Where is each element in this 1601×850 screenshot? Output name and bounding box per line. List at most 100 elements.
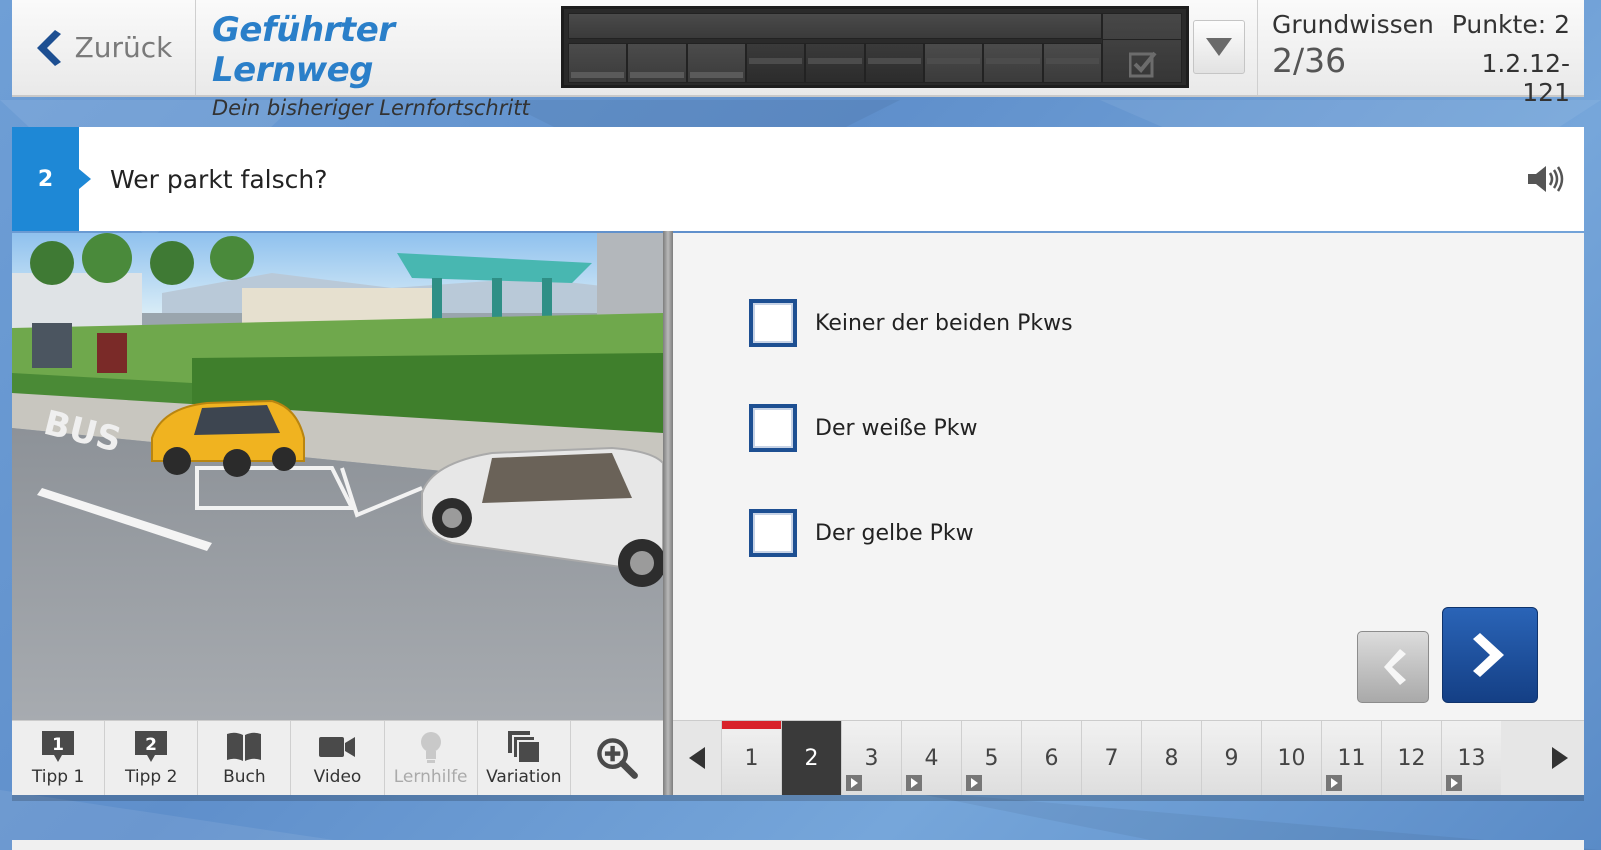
answer-option[interactable]: Der weiße Pkw: [749, 404, 978, 452]
pager-prev-button[interactable]: [673, 721, 721, 795]
pager-next-button[interactable]: [1536, 721, 1584, 795]
tip-2-icon: 2: [135, 731, 168, 762]
pager-page-12[interactable]: 12: [1381, 721, 1441, 795]
pager-page-10[interactable]: 10: [1261, 721, 1321, 795]
zoom-in-icon: [597, 738, 638, 779]
learning-aid-button[interactable]: Lernhilfe: [385, 721, 478, 795]
answer-label: Keiner der beiden Pkws: [815, 310, 1073, 336]
pager-page-2[interactable]: 2: [781, 721, 841, 795]
triangle-right-icon: [1552, 747, 1568, 769]
back-label: Zurück: [74, 31, 173, 64]
pager-page-1[interactable]: 1: [721, 721, 781, 795]
page-number: 8: [1164, 745, 1179, 771]
variation-button[interactable]: Variation: [478, 721, 571, 795]
speaker-icon[interactable]: [1526, 164, 1566, 194]
tool-label: Tipp 2: [125, 767, 178, 787]
page-number: 1: [744, 745, 759, 771]
triangle-down-icon: [1206, 38, 1232, 56]
page-number: 9: [1224, 745, 1239, 771]
answer-checkbox[interactable]: [749, 509, 797, 557]
question-pager: 1 2 3 4 5 6 7 8 9 10 11 12 13: [673, 720, 1584, 795]
question-code: 1.2.12-121: [1481, 49, 1570, 107]
top-bar: Zurück Geführter Lernweg Dein bisheriger…: [12, 0, 1584, 120]
progress-segment: [745, 43, 806, 83]
answer-option[interactable]: Keiner der beiden Pkws: [749, 299, 1073, 347]
page-title: Geführter Lernweg: [212, 10, 395, 90]
page-number: 13: [1457, 745, 1486, 771]
page-number: 7: [1104, 745, 1119, 771]
tip-1-button[interactable]: 1 Tipp 1: [12, 721, 106, 795]
points-label: Punkte: 2: [1451, 10, 1570, 39]
back-button[interactable]: Zurück: [12, 0, 196, 95]
pager-page-5[interactable]: 5: [961, 721, 1021, 795]
page-number: 2: [804, 745, 819, 771]
page-number: 5: [984, 745, 999, 771]
bottom-bar: [12, 840, 1584, 850]
category-label: Grundwissen: [1272, 10, 1434, 39]
pager-page-3[interactable]: 3: [841, 721, 901, 795]
next-question-button[interactable]: [1442, 607, 1538, 703]
progress-dropdown-button[interactable]: [1193, 20, 1245, 74]
tool-label: Tipp 1: [31, 767, 85, 787]
video-camera-icon: [319, 737, 356, 757]
progress-row-top: [568, 13, 1102, 39]
pager-page-13[interactable]: 13: [1441, 721, 1501, 795]
progress-check-cell: [1102, 13, 1182, 83]
chevron-right-icon: [1473, 633, 1504, 677]
question-text: Wer parkt falsch?: [110, 164, 328, 194]
progress-row-segments: [568, 43, 1102, 83]
tool-label: Lernhilfe: [393, 767, 468, 787]
play-icon: [846, 775, 862, 791]
title-area: Geführter Lernweg Dein bisheriger Lernfo…: [196, 0, 561, 120]
help-toolbar: 1 Tipp 1 2 Tipp 2 Buch Video Lernhilfe V…: [12, 720, 663, 795]
panel-shadow: [12, 795, 1584, 801]
pager-page-8[interactable]: 8: [1141, 721, 1201, 795]
page-subtitle: Dein bisheriger Lernfortschritt: [212, 96, 530, 120]
triangle-left-icon: [689, 747, 705, 769]
pager-pages: 1 2 3 4 5 6 7 8 9 10 11 12 13: [721, 721, 1536, 795]
answer-panel: Keiner der beiden Pkws Der weiße Pkw Der…: [673, 233, 1584, 720]
question-header: 2 Wer parkt falsch?: [12, 127, 1584, 231]
stacked-pages-icon: [507, 731, 541, 764]
pager-page-4[interactable]: 4: [901, 721, 961, 795]
stats-area: Grundwissen 2/36 Punkte: 2 1.2.12-121: [1257, 0, 1584, 107]
svg-text:1: 1: [52, 735, 64, 755]
answer-option[interactable]: Der gelbe Pkw: [749, 509, 974, 557]
answer-checkbox[interactable]: [749, 404, 797, 452]
chevron-left-icon: [36, 29, 61, 66]
answer-label: Der gelbe Pkw: [815, 520, 974, 546]
panel-divider: [663, 231, 673, 795]
lightbulb-icon: [420, 732, 441, 763]
checkbox-checked-icon: [1129, 51, 1157, 78]
progress-segment: [1042, 43, 1102, 83]
book-button[interactable]: Buch: [198, 721, 292, 795]
pager-page-11[interactable]: 11: [1321, 721, 1381, 795]
tool-label: Buch: [223, 767, 266, 787]
zoom-button[interactable]: [571, 721, 663, 795]
page-number: 4: [924, 745, 939, 771]
play-icon: [1446, 775, 1462, 791]
chevron-left-icon: [1384, 649, 1406, 685]
question-number: 2: [12, 127, 91, 231]
progress-segment: [627, 43, 687, 83]
tool-label: Video: [313, 767, 362, 787]
play-icon: [906, 775, 922, 791]
previous-question-button[interactable]: [1357, 631, 1429, 703]
pager-page-9[interactable]: 9: [1201, 721, 1261, 795]
pager-page-6[interactable]: 6: [1021, 721, 1081, 795]
progress-overview[interactable]: [561, 6, 1189, 88]
pager-page-7[interactable]: 7: [1081, 721, 1141, 795]
progress-segment: [923, 43, 984, 83]
tip-2-button[interactable]: 2 Tipp 2: [105, 721, 199, 795]
page-number: 11: [1337, 745, 1366, 771]
play-icon: [966, 775, 982, 791]
answer-checkbox[interactable]: [749, 299, 797, 347]
progress-segment: [864, 43, 924, 83]
page-number: 6: [1044, 745, 1059, 771]
page-number: 12: [1397, 745, 1426, 771]
question-image[interactable]: BUS: [12, 233, 663, 720]
progress-segment: [805, 43, 865, 83]
page-number: 3: [864, 745, 879, 771]
progress-segment: [983, 43, 1043, 83]
video-button[interactable]: Video: [291, 721, 385, 795]
